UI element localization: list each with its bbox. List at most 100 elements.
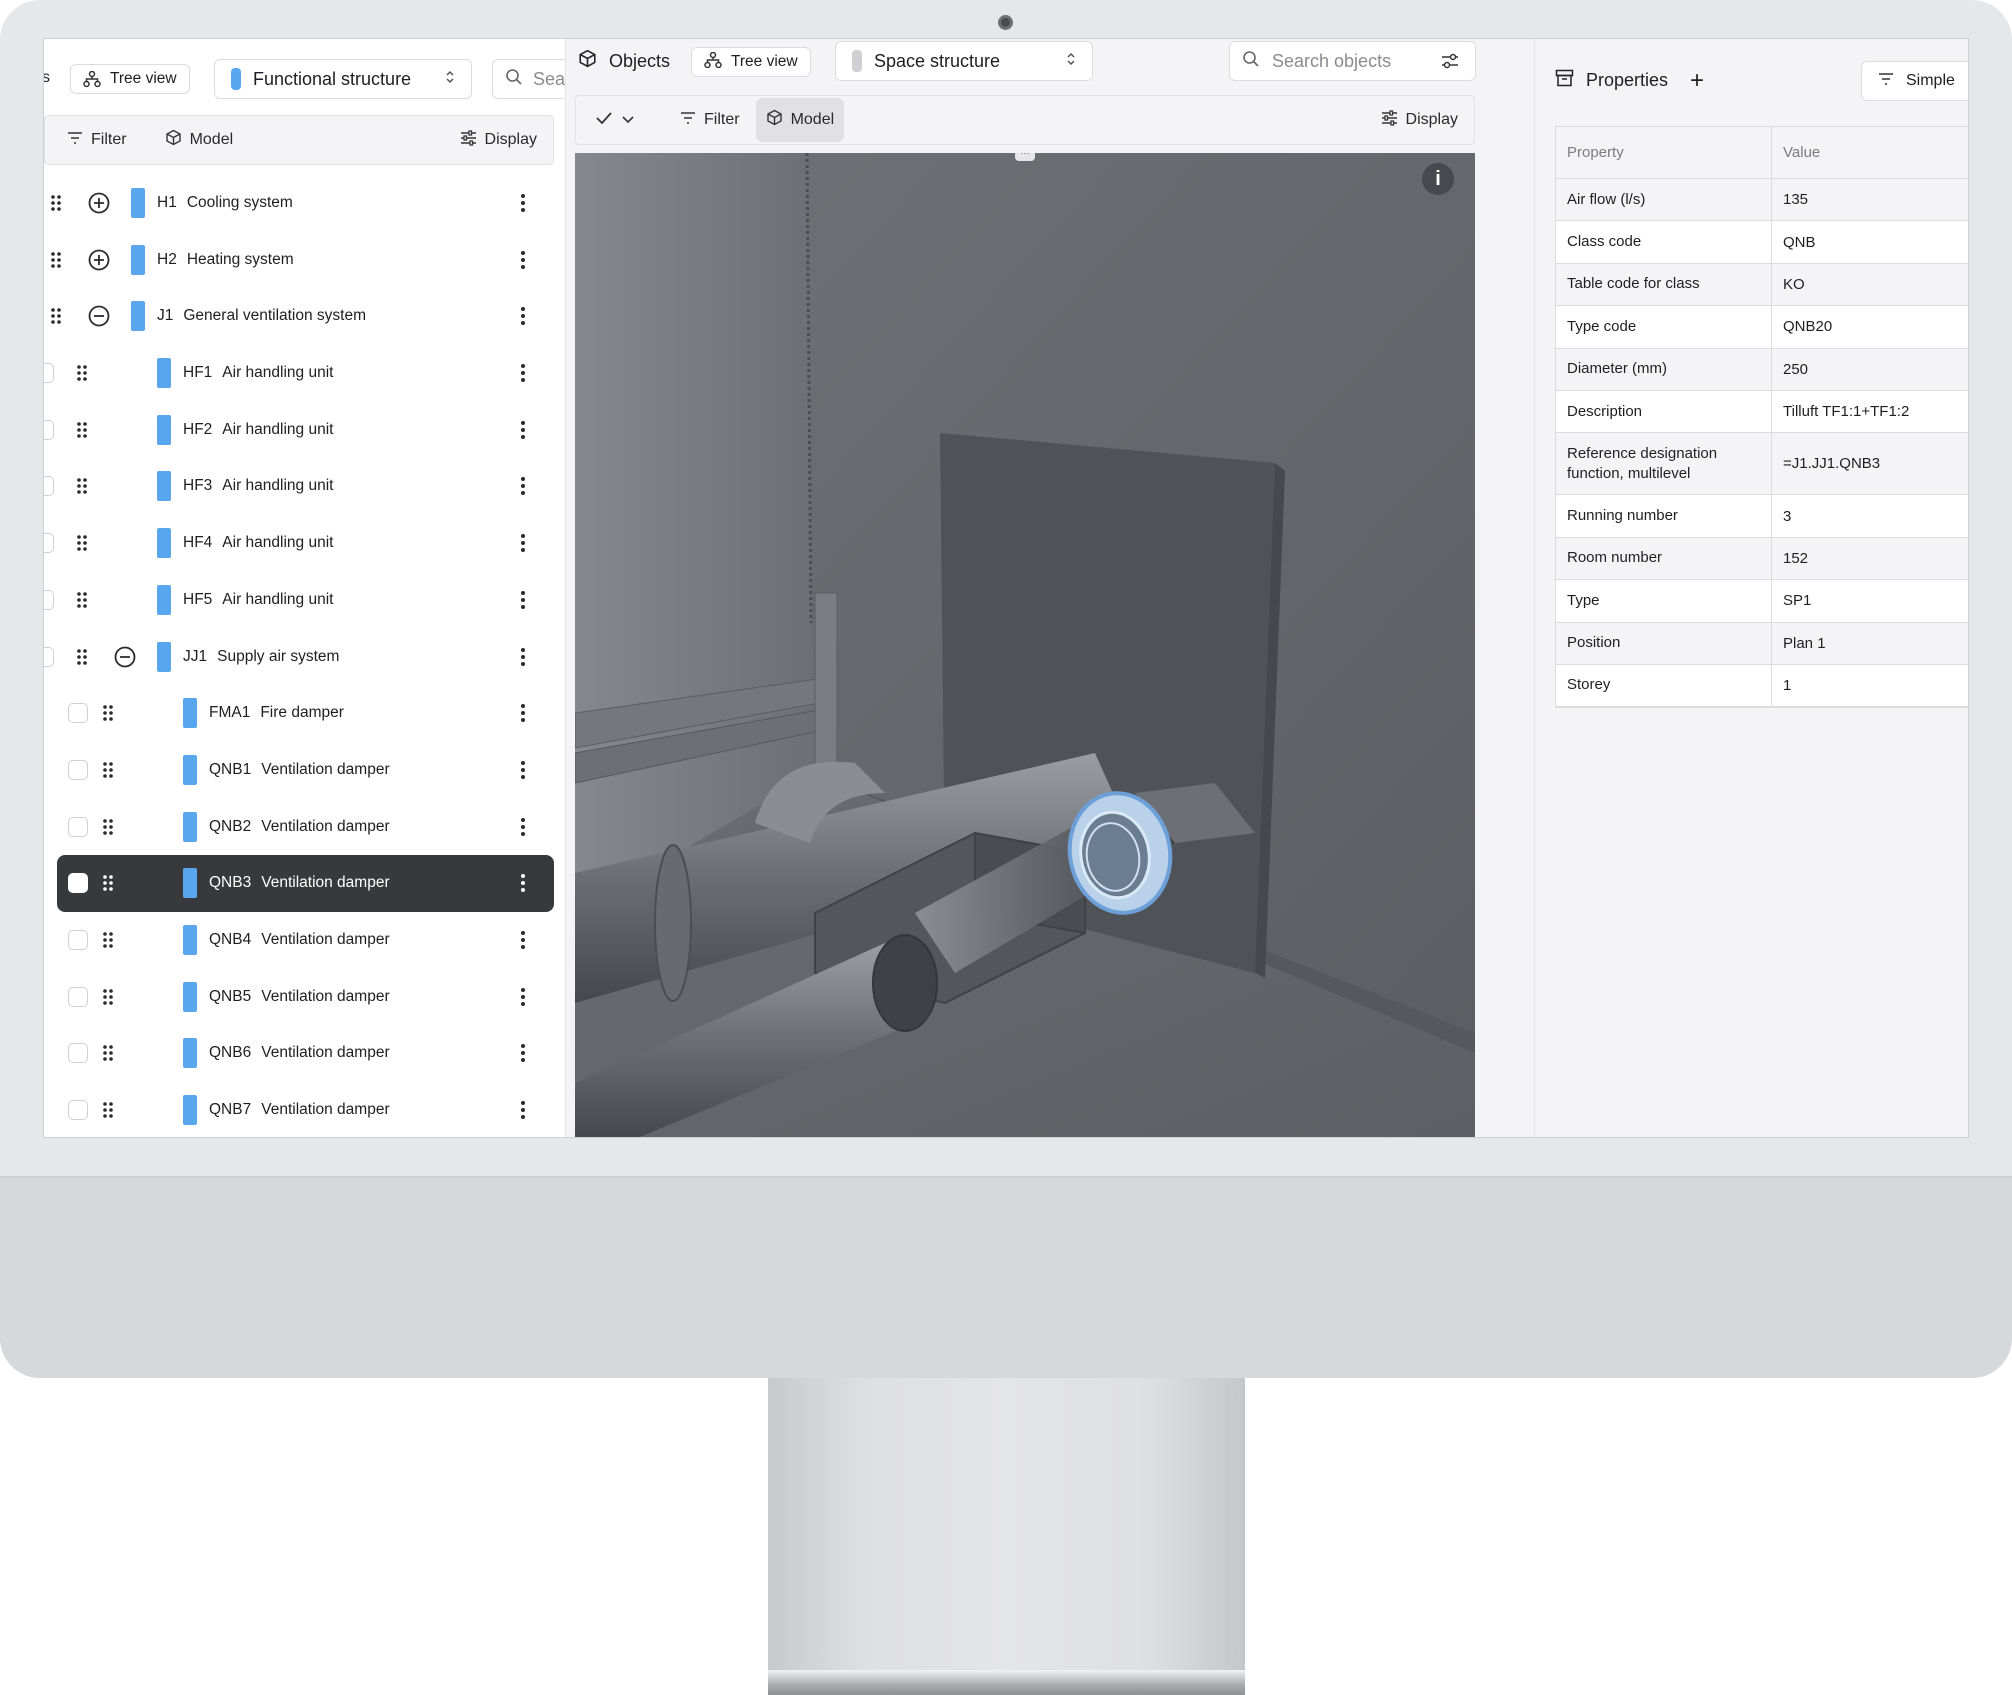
tree-row[interactable]: H2 Heating system xyxy=(44,232,565,289)
tree-row[interactable]: HF1 Air handling unit xyxy=(44,345,565,402)
row-checkbox[interactable] xyxy=(68,873,88,894)
property-row[interactable]: Diameter (mm) 250 xyxy=(1556,348,1968,391)
property-row[interactable]: Room number 152 xyxy=(1556,537,1968,581)
expand-icon[interactable] xyxy=(88,249,110,276)
more-options-icon[interactable] xyxy=(520,647,526,667)
property-row[interactable]: Air flow (l/s) 135 xyxy=(1556,179,1968,222)
drag-handle-icon[interactable] xyxy=(76,591,88,609)
display-button[interactable]: Display xyxy=(444,116,553,164)
tree-row[interactable]: QNB7 Ventilation damper xyxy=(44,1082,565,1137)
filter-button[interactable]: Filter xyxy=(45,116,143,164)
tree-row[interactable]: QNB6 Ventilation damper xyxy=(44,1025,565,1082)
3d-model-viewport[interactable]: i ··· xyxy=(575,153,1475,1137)
property-row[interactable]: Position Plan 1 xyxy=(1556,622,1968,665)
drag-handle-icon[interactable] xyxy=(50,251,62,269)
more-options-icon[interactable] xyxy=(520,873,526,893)
row-checkbox[interactable] xyxy=(68,816,88,837)
tree-row[interactable]: QNB5 Ventilation damper xyxy=(44,969,565,1026)
tree-view-button[interactable]: Tree view xyxy=(70,64,190,94)
drag-handle-icon[interactable] xyxy=(102,1101,114,1119)
tree-row[interactable]: HF3 Air handling unit xyxy=(44,458,565,515)
row-checkbox[interactable] xyxy=(44,363,54,384)
more-options-icon[interactable] xyxy=(520,250,526,270)
property-row[interactable]: Reference designation function, multilev… xyxy=(1556,433,1968,496)
tree-row[interactable]: HF4 Air handling unit xyxy=(44,515,565,572)
more-options-icon[interactable] xyxy=(520,363,526,383)
info-button[interactable]: i xyxy=(1422,163,1454,195)
row-checkbox[interactable] xyxy=(68,759,88,780)
center-tree-view-button[interactable]: Tree view xyxy=(691,47,811,77)
collapse-icon[interactable] xyxy=(114,646,136,673)
add-property-icon[interactable]: + xyxy=(1690,68,1704,92)
center-model-button[interactable]: Model xyxy=(755,98,845,142)
center-display-button[interactable]: Display xyxy=(1365,96,1474,144)
center-filter-button[interactable]: Filter xyxy=(664,96,756,144)
tree-row[interactable]: H1 Cooling system xyxy=(44,175,565,232)
property-row[interactable]: Description Tilluft TF1:1+TF1:2 xyxy=(1556,390,1968,434)
more-options-icon[interactable] xyxy=(520,533,526,553)
tree-row[interactable]: QNB3 Ventilation damper xyxy=(57,855,554,912)
drag-handle-icon[interactable] xyxy=(102,818,114,836)
space-structure-select[interactable]: Space structure xyxy=(835,41,1093,81)
drag-handle-icon[interactable] xyxy=(102,874,114,892)
drag-handle-icon[interactable] xyxy=(50,194,62,212)
model-button[interactable]: Model xyxy=(149,116,250,164)
property-row[interactable]: Running number 3 xyxy=(1556,495,1968,538)
tree-row[interactable]: QNB1 Ventilation damper xyxy=(44,742,565,799)
tree-row[interactable]: FMA1 Fire damper xyxy=(44,685,565,742)
drag-handle-icon[interactable] xyxy=(76,364,88,382)
property-row[interactable]: Type code QNB20 xyxy=(1556,306,1968,349)
tree-row[interactable]: JJ1 Supply air system xyxy=(44,629,565,686)
row-checkbox[interactable] xyxy=(44,419,54,440)
more-options-icon[interactable] xyxy=(520,930,526,950)
drag-handle-icon[interactable] xyxy=(50,307,62,325)
more-options-icon[interactable] xyxy=(520,306,526,326)
more-options-icon[interactable] xyxy=(520,987,526,1007)
drag-handle-icon[interactable] xyxy=(76,477,88,495)
tree-row[interactable]: HF5 Air handling unit xyxy=(44,572,565,629)
property-row[interactable]: Storey 1 xyxy=(1556,664,1968,708)
more-options-icon[interactable] xyxy=(520,590,526,610)
more-options-icon[interactable] xyxy=(520,420,526,440)
drag-handle-icon[interactable] xyxy=(76,648,88,666)
functional-structure-select[interactable]: Functional structure xyxy=(214,59,472,99)
expand-icon[interactable] xyxy=(88,192,110,219)
row-checkbox[interactable] xyxy=(68,1043,88,1064)
tree-row[interactable]: QNB4 Ventilation damper xyxy=(44,912,565,969)
left-search-field[interactable]: Sea xyxy=(492,59,565,99)
search-objects-field[interactable]: Search objects xyxy=(1229,41,1476,81)
drag-handle-icon[interactable] xyxy=(102,761,114,779)
more-options-icon[interactable] xyxy=(520,703,526,723)
tree-row[interactable]: J1 General ventilation system xyxy=(44,288,565,345)
more-options-icon[interactable] xyxy=(520,1043,526,1063)
row-checkbox[interactable] xyxy=(68,1100,88,1120)
drag-handle-icon[interactable] xyxy=(102,931,114,949)
drag-handle-icon[interactable] xyxy=(102,988,114,1006)
row-checkbox[interactable] xyxy=(68,703,88,724)
row-checkbox[interactable] xyxy=(44,646,54,667)
row-checkbox[interactable] xyxy=(68,986,88,1007)
row-checkbox[interactable] xyxy=(68,929,88,950)
more-options-icon[interactable] xyxy=(520,1100,526,1120)
select-all-button[interactable] xyxy=(576,96,650,144)
property-row[interactable]: Class code QNB xyxy=(1556,221,1968,264)
drag-handle-icon[interactable] xyxy=(102,704,114,722)
drag-handle-icon[interactable] xyxy=(102,1044,114,1062)
collapse-icon[interactable] xyxy=(88,305,110,332)
drag-handle-icon[interactable] xyxy=(76,421,88,439)
tree-row[interactable]: QNB2 Ventilation damper xyxy=(44,799,565,856)
row-checkbox[interactable] xyxy=(44,533,54,554)
property-row[interactable]: Type SP1 xyxy=(1556,580,1968,623)
property-row[interactable]: Table code for class KO xyxy=(1556,263,1968,307)
tree-row[interactable]: HF2 Air handling unit xyxy=(44,402,565,459)
settings-sliders-icon[interactable] xyxy=(1441,52,1459,75)
view-mode-select[interactable]: Simple xyxy=(1861,61,1968,101)
more-options-icon[interactable] xyxy=(520,193,526,213)
row-checkbox[interactable] xyxy=(44,589,54,610)
viewport-resize-handle[interactable]: ··· xyxy=(1015,153,1035,161)
more-options-icon[interactable] xyxy=(520,817,526,837)
more-options-icon[interactable] xyxy=(520,476,526,496)
drag-handle-icon[interactable] xyxy=(76,534,88,552)
more-options-icon[interactable] xyxy=(520,760,526,780)
row-checkbox[interactable] xyxy=(44,476,54,497)
